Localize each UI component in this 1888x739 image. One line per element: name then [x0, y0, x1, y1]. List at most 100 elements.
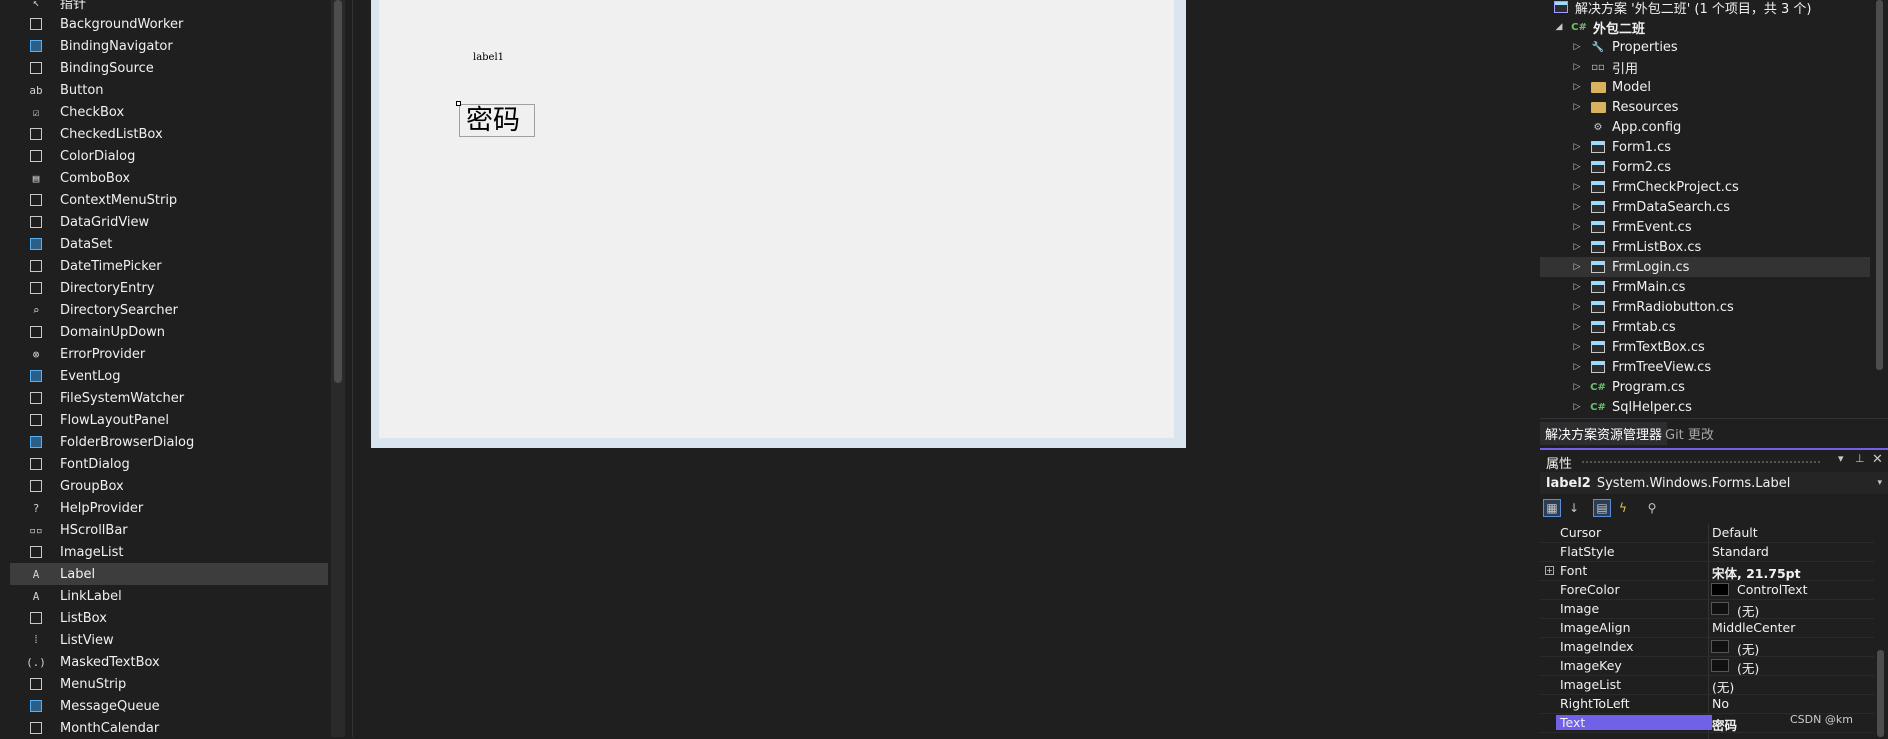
toolbox-item-flowlayoutpanel[interactable]: FlowLayoutPanel [10, 409, 328, 431]
expand-arrow-icon[interactable]: ▷ [1572, 302, 1582, 312]
expand-arrow-icon[interactable]: ▷ [1572, 282, 1582, 292]
solution-item[interactable]: ⚙ App.config [1540, 117, 1870, 137]
toolbox-item-menustrip[interactable]: MenuStrip [10, 673, 328, 695]
expand-arrow-icon[interactable]: ▷ [1572, 242, 1582, 252]
solution-item[interactable]: ▷ Form1.cs [1540, 137, 1870, 157]
property-row-imagealign[interactable]: ImageAlign MiddleCenter [1540, 619, 1876, 638]
project-row[interactable]: ◢ C# 外包二班 [1540, 17, 1870, 37]
solution-item[interactable]: ▷ Form2.cs [1540, 157, 1870, 177]
toolbox-item-dataset[interactable]: DataSet [10, 233, 328, 255]
expand-arrow-icon[interactable]: ▷ [1572, 142, 1582, 152]
toolbox-item-folderbrowserdialog[interactable]: FolderBrowserDialog [10, 431, 328, 453]
toolbox-item-pointer[interactable]: ↖ 指针 [10, 0, 328, 13]
property-grid-scrollbar-thumb[interactable] [1877, 650, 1884, 737]
toolbox-item-imagelist[interactable]: ImageList [10, 541, 328, 563]
expand-arrow-icon[interactable]: ▷ [1572, 182, 1582, 192]
toolbox-item-hscrollbar[interactable]: ▫▫ HScrollBar [10, 519, 328, 541]
property-row-imagekey[interactable]: ImageKey (无) [1540, 657, 1876, 676]
solution-item[interactable]: ▷ Model [1540, 77, 1870, 97]
expand-arrow-icon[interactable]: ▷ [1572, 322, 1582, 332]
toolbox-item-messagequeue[interactable]: MessageQueue [10, 695, 328, 717]
property-row-righttoleft[interactable]: RightToLeft No [1540, 695, 1876, 714]
toolbox-item-datagridview[interactable]: DataGridView [10, 211, 328, 233]
toolbox-item-combobox[interactable]: ▤ ComboBox [10, 167, 328, 189]
toolbox-item-errorprovider[interactable]: ⊗ ErrorProvider [10, 343, 328, 365]
title-grip[interactable] [1582, 461, 1822, 463]
expand-arrow-icon[interactable]: ▷ [1572, 62, 1582, 72]
toolbox-item-backgroundworker[interactable]: BackgroundWorker [10, 13, 328, 35]
dropdown-arrow-icon[interactable]: ▾ [1838, 452, 1844, 465]
solution-item[interactable]: ▷ C# Program.cs [1540, 377, 1870, 397]
property-value[interactable]: (无) [1737, 601, 1759, 620]
property-row-font[interactable]: + Font 宋体, 21.75pt [1540, 562, 1876, 581]
toolbox-item-filesystemwatcher[interactable]: FileSystemWatcher [10, 387, 328, 409]
toolbox-item-directorysearcher[interactable]: ⌕ DirectorySearcher [10, 299, 328, 321]
property-value[interactable]: 密码 [1712, 715, 1737, 734]
toolbox-item-bindingsource[interactable]: BindingSource [10, 57, 328, 79]
expand-arrow-icon[interactable]: ▷ [1572, 382, 1582, 392]
toolbox-item-colordialog[interactable]: ColorDialog [10, 145, 328, 167]
expand-arrow-icon[interactable]: ◢ [1554, 22, 1564, 32]
solution-item[interactable]: ▷ Frmtab.cs [1540, 317, 1870, 337]
solution-item[interactable]: ▷ Resources [1540, 97, 1870, 117]
toolbox-scrollbar-thumb[interactable] [334, 0, 342, 383]
solution-item[interactable]: ▷ FrmMain.cs [1540, 277, 1870, 297]
expand-arrow-icon[interactable]: ▷ [1572, 362, 1582, 372]
toolbox-item-fontdialog[interactable]: FontDialog [10, 453, 328, 475]
toolbox-item-checkedlistbox[interactable]: CheckedListBox [10, 123, 328, 145]
form-designer-surface[interactable]: label1 密码 [371, 0, 1186, 448]
property-value[interactable]: 宋体, 21.75pt [1712, 563, 1801, 582]
property-pages-icon[interactable]: ⚲ [1643, 499, 1661, 517]
toolbox-item-button[interactable]: ab Button [10, 79, 328, 101]
expand-arrow-icon[interactable]: ▷ [1572, 402, 1582, 412]
toolbox-item-bindingnavigator[interactable]: BindingNavigator [10, 35, 328, 57]
solution-item[interactable]: ▷ FrmRadiobutton.cs [1540, 297, 1870, 317]
toolbox-item-groupbox[interactable]: GroupBox [10, 475, 328, 497]
pin-icon[interactable]: ⊥ [1855, 452, 1865, 465]
toolbox-item-contextmenustrip[interactable]: ContextMenuStrip [10, 189, 328, 211]
events-icon[interactable]: ϟ [1614, 499, 1632, 517]
categorized-icon[interactable]: ▦ [1543, 499, 1561, 517]
property-value[interactable]: (无) [1712, 677, 1734, 696]
solution-item[interactable]: ▷ FrmListBox.cs [1540, 237, 1870, 257]
alphabetical-icon[interactable]: ↓ [1565, 499, 1583, 517]
toolbox-item-helpprovider[interactable]: ? HelpProvider [10, 497, 328, 519]
toolbox-item-eventlog[interactable]: EventLog [10, 365, 328, 387]
solution-item[interactable]: ▷ 🔧 Properties [1540, 37, 1870, 57]
properties-icon[interactable]: ▤ [1593, 499, 1611, 517]
toolbox-item-linklabel[interactable]: A LinkLabel [10, 585, 328, 607]
toolbox-item-checkbox[interactable]: ☑ CheckBox [10, 101, 328, 123]
toolbox-item-domainupdown[interactable]: DomainUpDown [10, 321, 328, 343]
selection-handle[interactable] [456, 101, 461, 106]
toolbox-item-datetimepicker[interactable]: DateTimePicker [10, 255, 328, 277]
label1-control[interactable]: label1 [473, 52, 504, 63]
form-client-area[interactable]: label1 密码 [379, 0, 1174, 438]
tab-git-changes[interactable]: Git 更改 [1660, 422, 1719, 445]
solution-item[interactable]: ▷ FrmTextBox.cs [1540, 337, 1870, 357]
property-value[interactable]: MiddleCenter [1712, 620, 1795, 635]
expand-arrow-icon[interactable]: ▷ [1572, 262, 1582, 272]
property-row-cursor[interactable]: Cursor Default [1540, 524, 1876, 543]
property-row-imagelist[interactable]: ImageList (无) [1540, 676, 1876, 695]
property-row-forecolor[interactable]: ForeColor ControlText [1540, 581, 1876, 600]
object-selector[interactable]: label2 System.Windows.Forms.Label ▾ [1540, 472, 1888, 494]
expand-arrow-icon[interactable]: ▷ [1572, 102, 1582, 112]
expand-arrow-icon[interactable]: ▷ [1572, 202, 1582, 212]
property-row-image[interactable]: Image (无) [1540, 600, 1876, 619]
solution-item[interactable]: ▷ FrmDataSearch.cs [1540, 197, 1870, 217]
property-value[interactable]: No [1712, 696, 1729, 711]
solution-item[interactable]: ▷ FrmTreeView.cs [1540, 357, 1870, 377]
toolbox-item-maskedtextbox[interactable]: (.) MaskedTextBox [10, 651, 328, 673]
toolbox-item-label[interactable]: A Label [10, 563, 328, 585]
close-icon[interactable]: ✕ [1872, 452, 1883, 467]
solution-item[interactable]: ▷ FrmEvent.cs [1540, 217, 1870, 237]
expand-arrow-icon[interactable]: ▷ [1572, 162, 1582, 172]
property-row-flatstyle[interactable]: FlatStyle Standard [1540, 543, 1876, 562]
expand-plus-icon[interactable]: + [1545, 566, 1554, 575]
property-row-imageindex[interactable]: ImageIndex (无) [1540, 638, 1876, 657]
toolbox-item-monthcalendar[interactable]: MonthCalendar [10, 717, 328, 737]
expand-arrow-icon[interactable]: ▷ [1572, 42, 1582, 52]
property-value[interactable]: (无) [1737, 639, 1759, 658]
solution-root-row[interactable]: 解决方案 '外包二班' (1 个项目，共 3 个) [1540, 0, 1870, 17]
expand-arrow-icon[interactable]: ▷ [1572, 342, 1582, 352]
